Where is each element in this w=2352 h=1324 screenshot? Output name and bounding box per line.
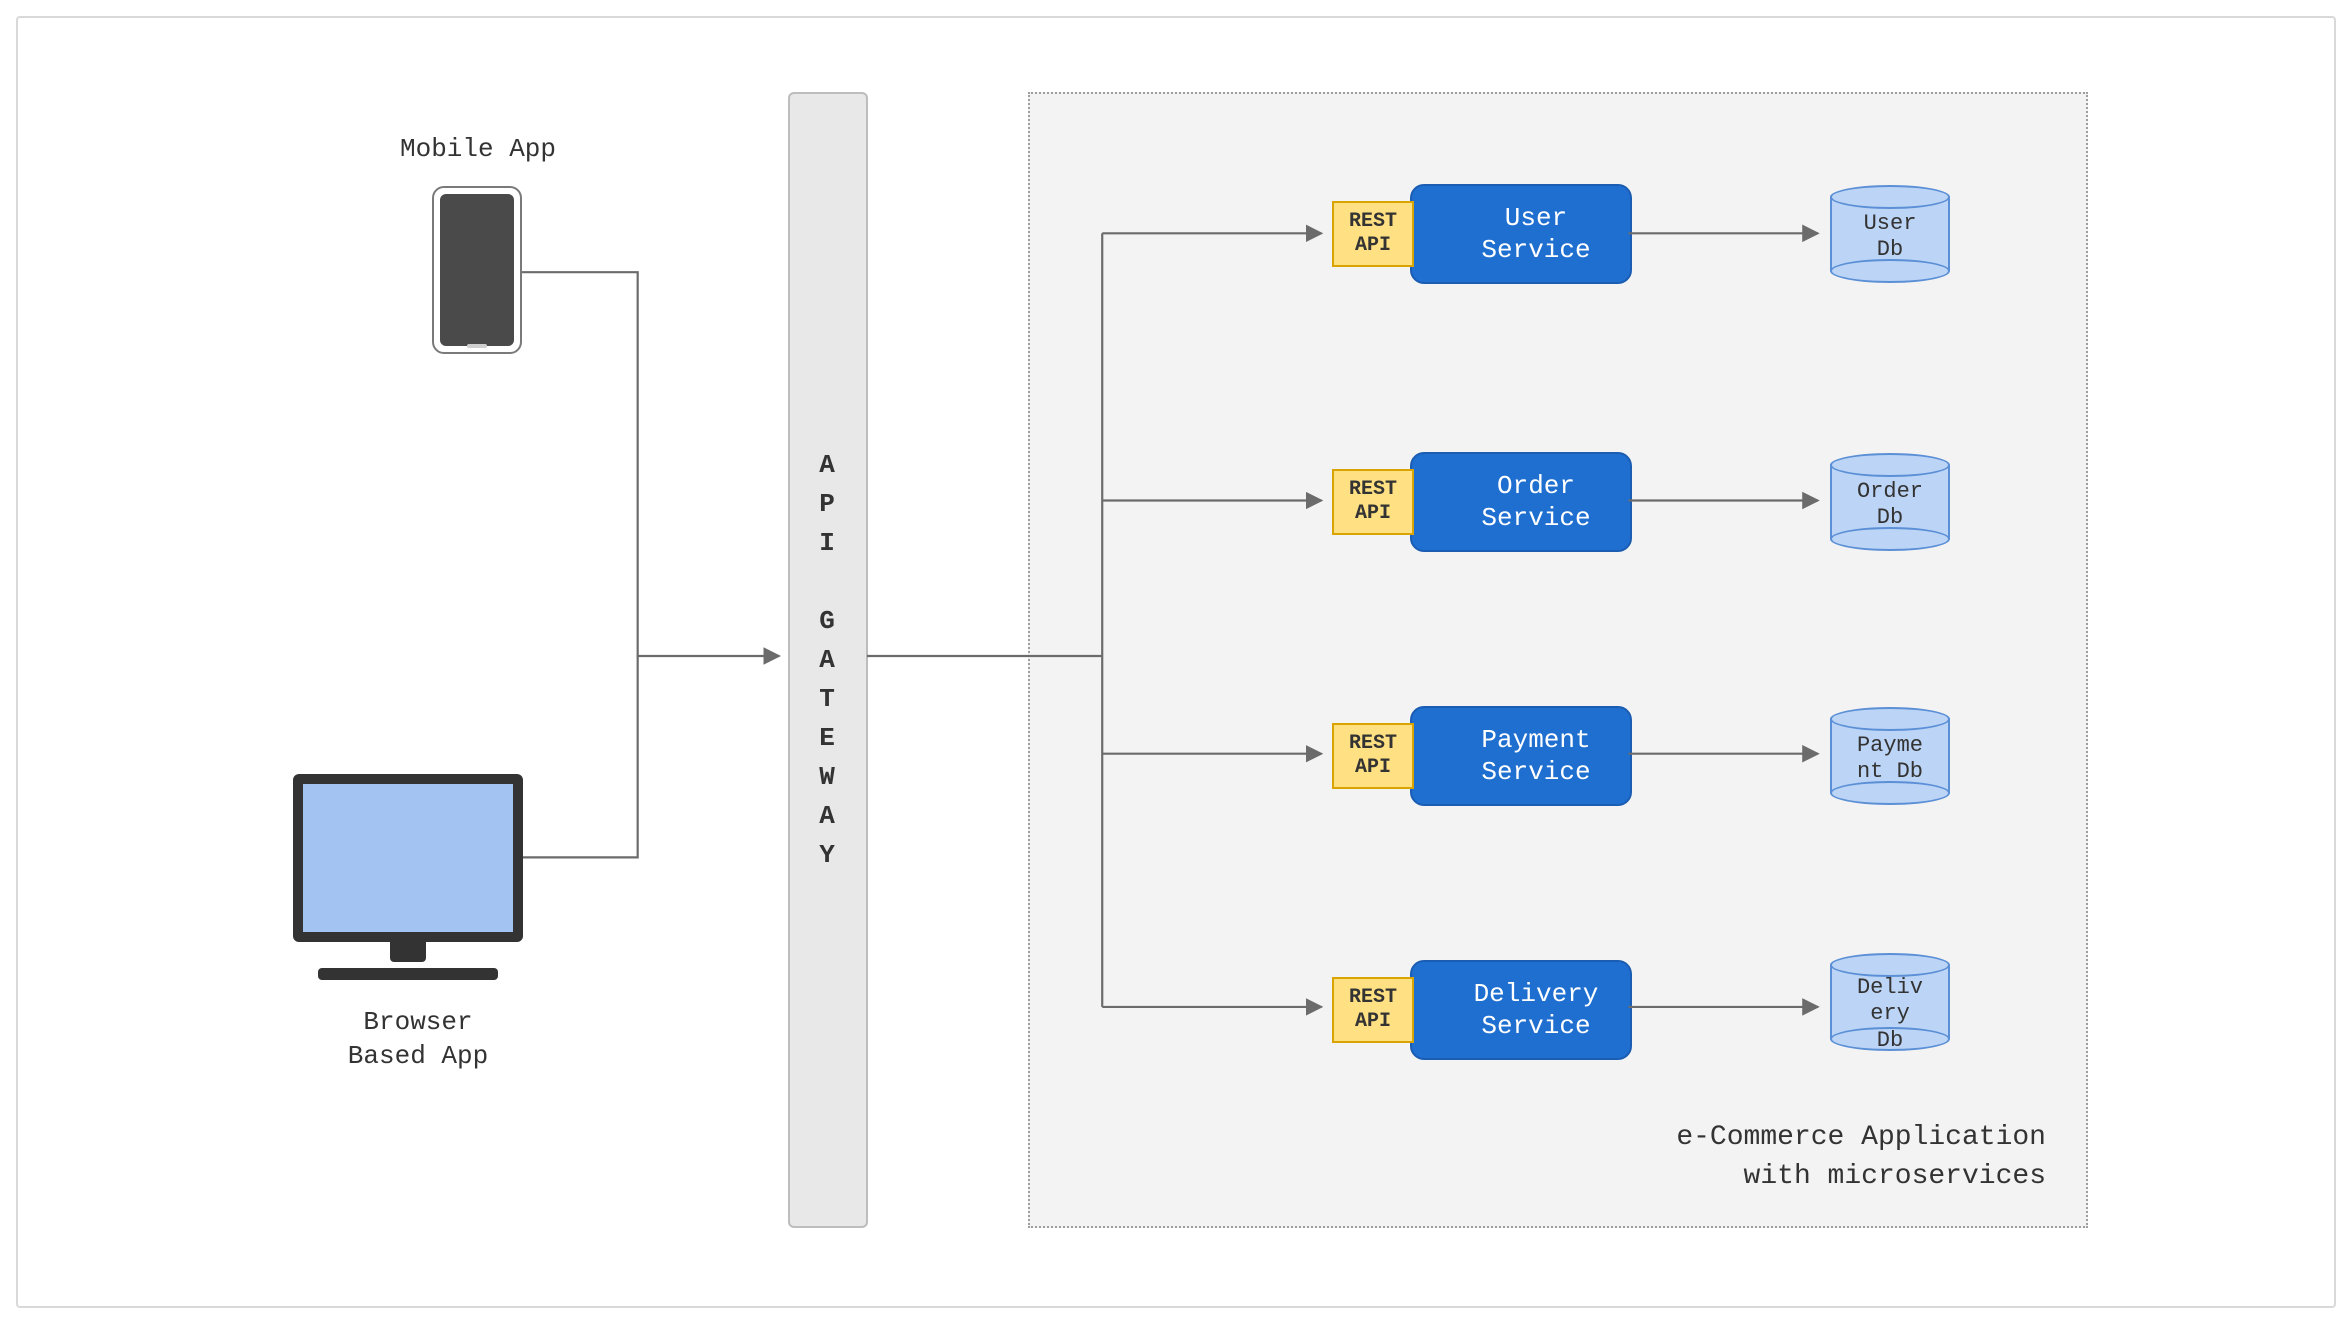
microservices-caption: e-Commerce Application with microservice… xyxy=(1676,1118,2046,1196)
service-delivery: Delivery Service xyxy=(1410,960,1632,1060)
database-delivery: Deliv ery Db xyxy=(1830,953,1950,1051)
database-user-label: User Db xyxy=(1830,211,1950,264)
api-gateway-label: A P I G A T E W A Y xyxy=(819,446,837,875)
service-user: User Service xyxy=(1410,184,1632,284)
mobile-app-label: Mobile App xyxy=(378,133,578,167)
database-payment-label: Payme nt Db xyxy=(1830,733,1950,786)
browser-app-label: Browser Based App xyxy=(318,1006,518,1074)
database-payment: Payme nt Db xyxy=(1830,707,1950,805)
database-order: Order Db xyxy=(1830,453,1950,551)
rest-api-tag-payment: REST API xyxy=(1332,723,1414,789)
service-payment: Payment Service xyxy=(1410,706,1632,806)
database-user: User Db xyxy=(1830,185,1950,283)
api-gateway: A P I G A T E W A Y xyxy=(788,92,868,1228)
rest-api-tag-order: REST API xyxy=(1332,469,1414,535)
service-order: Order Service xyxy=(1410,452,1632,552)
rest-api-tag-delivery: REST API xyxy=(1332,977,1414,1043)
database-delivery-label: Deliv ery Db xyxy=(1830,975,1950,1054)
database-order-label: Order Db xyxy=(1830,479,1950,532)
diagram-frame: Mobile App Browser Based App A P I G A T… xyxy=(16,16,2336,1308)
mobile-phone-icon xyxy=(432,186,522,354)
rest-api-tag-user: REST API xyxy=(1332,201,1414,267)
desktop-computer-icon xyxy=(293,774,523,980)
